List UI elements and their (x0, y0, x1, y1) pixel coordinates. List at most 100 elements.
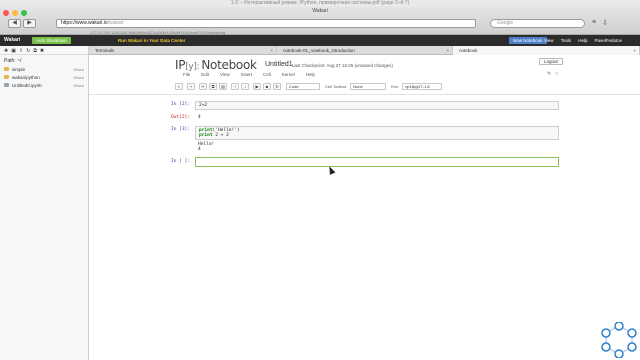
upload-icon[interactable]: ⇧ (19, 48, 23, 54)
delete-icon[interactable]: ✖ (40, 48, 44, 54)
output-prompt: Out[2]: (171, 115, 190, 120)
share-link[interactable]: Share (73, 67, 84, 72)
output-line: 4 (198, 147, 201, 152)
logo-bracket: [y]: (185, 62, 200, 72)
new-file-icon[interactable]: ✚ (4, 48, 8, 54)
input-prompt: In [3]: (171, 127, 190, 132)
kernel-status-icon: ○ (555, 71, 559, 77)
close-icon[interactable]: × (633, 46, 636, 55)
tab-notebook-intro[interactable]: notebook-01_notebook_introduction × (277, 46, 453, 55)
search-field[interactable]: Google (490, 19, 585, 28)
input-prompt: In [ ]: (171, 159, 190, 164)
folder-icon (4, 75, 9, 79)
cell-input[interactable] (195, 157, 559, 167)
input-prompt: In [2]: (171, 102, 190, 107)
cell-type-select[interactable]: Code (286, 82, 320, 90)
keyword: print (199, 133, 213, 138)
close-icon[interactable]: × (446, 46, 449, 55)
env-label: Env: (391, 83, 400, 89)
notebook-area: IP[y]: Notebook Untitled1 Last Checkpoint… (89, 55, 640, 360)
menu-cell[interactable]: Cell (263, 72, 271, 77)
notebook-title[interactable]: Untitled1 (265, 61, 293, 68)
refresh-icon[interactable]: ↻ (26, 48, 30, 54)
checkpoint-status: Last Checkpoint: Aug 27 16:25 (unsaved c… (292, 63, 393, 68)
run-cell-icon[interactable]: ▶ (253, 82, 261, 90)
logo-word: Notebook (201, 58, 257, 72)
move-up-icon[interactable]: ↑ (231, 82, 239, 90)
run-in-data-center-link[interactable]: Run Wakari in Your Data Center (118, 37, 185, 44)
edit-icon[interactable]: ✎ (547, 71, 551, 77)
notebook-toolbar: ▪ + ✂ ⧉ ▤ ↑ ↓ ▶ ■ ↻ Code Cell Toolbar: N… (175, 82, 443, 90)
corner-logo-icon (601, 322, 637, 358)
menu-view[interactable]: View (220, 72, 230, 77)
url-path: /wakari (107, 20, 124, 26)
url-host: https://www.wakari.io (61, 20, 108, 26)
download-icon[interactable]: ⇩ (602, 19, 608, 27)
menu-help[interactable]: Help (578, 37, 587, 44)
menu-view[interactable]: View (544, 37, 554, 44)
search-placeholder: Google (497, 20, 514, 26)
forward-button[interactable]: ▶ (23, 19, 36, 28)
menu-edit[interactable]: Edit (201, 72, 209, 77)
restart-icon[interactable]: ↻ (273, 82, 281, 90)
close-icon[interactable]: × (270, 46, 273, 55)
menu-kernel[interactable]: Kernel (282, 72, 295, 77)
sidebar-path: Path: ~/ (4, 58, 22, 64)
output-cell: Out[2]: 4 (167, 113, 559, 122)
notebook-file-icon (4, 83, 9, 87)
address-bar[interactable]: https://www.wakari.io/wakari (56, 19, 476, 28)
sidebar-item-label: Untitled0.ipynb (12, 82, 42, 88)
copy-icon[interactable]: ⧉ (209, 82, 217, 90)
notebook-menubar: File Edit View Insert Cell Kernel Help (183, 72, 315, 77)
tab-terminals[interactable]: Terminals × (89, 46, 277, 55)
save-icon[interactable]: ▪ (175, 82, 183, 90)
cell-input[interactable]: print('Hello!') print 2 + 2 (195, 126, 559, 140)
tab-label: notebook-01_notebook_introduction (283, 48, 355, 53)
menu-tools[interactable]: Tools (561, 37, 572, 44)
menu-help[interactable]: Help (306, 72, 315, 77)
browser-window-title: Wakari (312, 8, 328, 14)
menu-user[interactable]: PavelFedotov (594, 37, 622, 44)
tab-bar: Terminals × notebook-01_notebook_introdu… (89, 46, 640, 55)
share-link[interactable]: Share (73, 83, 84, 88)
stop-icon[interactable]: ■ (263, 82, 271, 90)
sidebar-item-simple[interactable]: simple Share (0, 65, 88, 73)
notebook-header: IP[y]: Notebook Untitled1 Last Checkpoint… (89, 55, 640, 95)
sidebar-item-wakari-python[interactable]: wakari/python Share (0, 73, 88, 81)
tab-notebook[interactable]: notebook × (453, 46, 640, 55)
code-cell[interactable]: In [3]: print('Hello!') print 2 + 2 Hell… (167, 126, 559, 154)
browser-chrome: Wakari ◀ ▶ https://www.wakari.io/wakari … (0, 7, 640, 35)
header-icons: ✎ ○ (547, 71, 558, 77)
new-notebook-button[interactable]: New Notebook (509, 37, 547, 44)
logo-ip: IP (175, 58, 186, 72)
cell-toolbar-select[interactable]: None (350, 82, 387, 90)
sidebar-item-label: wakari/python (12, 74, 40, 80)
menu-file[interactable]: File (183, 72, 190, 77)
copy-icon[interactable]: ⧉ (33, 48, 37, 54)
logout-button[interactable]: Logout (539, 58, 563, 65)
sidebar-toolbar: ✚ ▣ ⇧ ↻ ⧉ ✖ (0, 46, 88, 55)
sidebar-item-label: simple (12, 66, 26, 72)
paste-icon[interactable]: ▤ (219, 82, 227, 90)
back-button[interactable]: ◀ (8, 19, 21, 28)
auto-shutdown-button[interactable]: Auto Shutdown (32, 37, 71, 44)
reader-icon[interactable]: ≡ (592, 19, 596, 27)
cell-input[interactable]: 2+2 (195, 101, 559, 110)
chrome-icons: ≡ ⇩ (592, 19, 608, 27)
new-folder-icon[interactable]: ▣ (11, 48, 16, 54)
menu-insert[interactable]: Insert (241, 72, 252, 77)
sidebar-item-untitled0[interactable]: Untitled0.ipynb Share (0, 81, 88, 89)
wakari-logo[interactable]: Wakari (4, 37, 20, 43)
share-link[interactable]: Share (73, 75, 84, 80)
insert-cell-icon[interactable]: + (187, 82, 195, 90)
cell-output: Hello! 4 (195, 140, 559, 154)
cut-icon[interactable]: ✂ (199, 82, 207, 90)
move-down-icon[interactable]: ↓ (241, 82, 249, 90)
env-select[interactable]: np18py27-1.8 (402, 82, 443, 90)
os-title-bar: 1-2 -- Интерактивный режим, IPython, при… (0, 0, 640, 7)
code-cell-selected[interactable]: In [ ]: (167, 157, 559, 167)
cell-toolbar-label: Cell Toolbar: (325, 83, 348, 89)
file-sidebar: ✚ ▣ ⇧ ↻ ⧉ ✖ Path: ~/ simple Share wakari… (0, 46, 89, 360)
tab-label: Terminals (95, 48, 115, 53)
code-cell[interactable]: In [2]: 2+2 (167, 101, 559, 110)
